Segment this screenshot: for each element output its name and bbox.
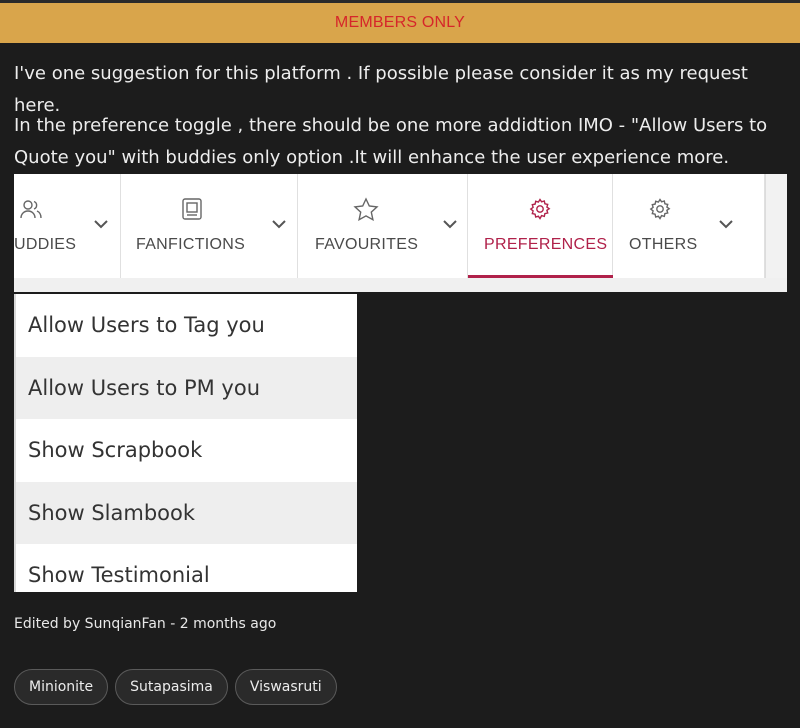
gear-icon (647, 196, 673, 222)
tag-chip[interactable]: Minionite (14, 669, 109, 705)
members-only-banner: MEMBERS ONLY (0, 0, 800, 43)
menu-item-allow-tag[interactable]: Allow Users to Tag you (16, 294, 357, 357)
tag-chip[interactable]: Sutapasima (115, 669, 228, 705)
chevron-down-icon[interactable] (440, 214, 460, 234)
tab-others[interactable]: OTHERS (613, 174, 765, 278)
edited-note: Edited by SunqianFan - 2 months ago (14, 616, 277, 632)
post-paragraph-2: In the preference toggle , there should … (14, 115, 768, 168)
users-icon (18, 196, 44, 222)
preferences-menu-screenshot: Allow Users to Tag you Allow Users to PM… (14, 294, 357, 592)
gear-icon (527, 196, 553, 222)
tab-buddies-label: UDDIES (14, 236, 77, 253)
tag-list: Minionite Sutapasima Viswasruti (14, 669, 337, 705)
banner-text: MEMBERS ONLY (334, 14, 466, 31)
active-tab-underline (468, 275, 613, 278)
book-icon (179, 196, 205, 222)
tab-fanfictions[interactable]: FANFICTIONS (121, 174, 298, 278)
star-icon (353, 196, 379, 222)
tab-bar-shadow (14, 278, 787, 292)
chevron-down-icon[interactable] (716, 214, 736, 234)
tab-others-label: OTHERS (629, 236, 698, 253)
tab-favourites[interactable]: FAVOURITES (298, 174, 468, 278)
tab-buddies[interactable]: UDDIES (14, 174, 121, 278)
tab-bar-edge (765, 174, 787, 278)
menu-item-show-testimonial[interactable]: Show Testimonial (16, 544, 357, 592)
tab-favourites-label: FAVOURITES (315, 236, 419, 253)
tab-fanfictions-label: FANFICTIONS (136, 236, 246, 253)
tab-preferences-label: PREFERENCES (484, 236, 608, 253)
tag-chip[interactable]: Viswasruti (234, 669, 337, 705)
tab-bar-screenshot: UDDIES FANFICTIONS FAVOURITES PREFERENCE… (14, 174, 787, 292)
chevron-down-icon[interactable] (91, 214, 111, 234)
menu-item-show-scrapbook[interactable]: Show Scrapbook (16, 419, 357, 482)
chevron-down-icon[interactable] (269, 214, 289, 234)
tab-preferences[interactable]: PREFERENCES (468, 174, 613, 278)
menu-item-show-slambook[interactable]: Show Slambook (16, 481, 357, 544)
menu-item-allow-pm[interactable]: Allow Users to PM you (16, 356, 357, 419)
